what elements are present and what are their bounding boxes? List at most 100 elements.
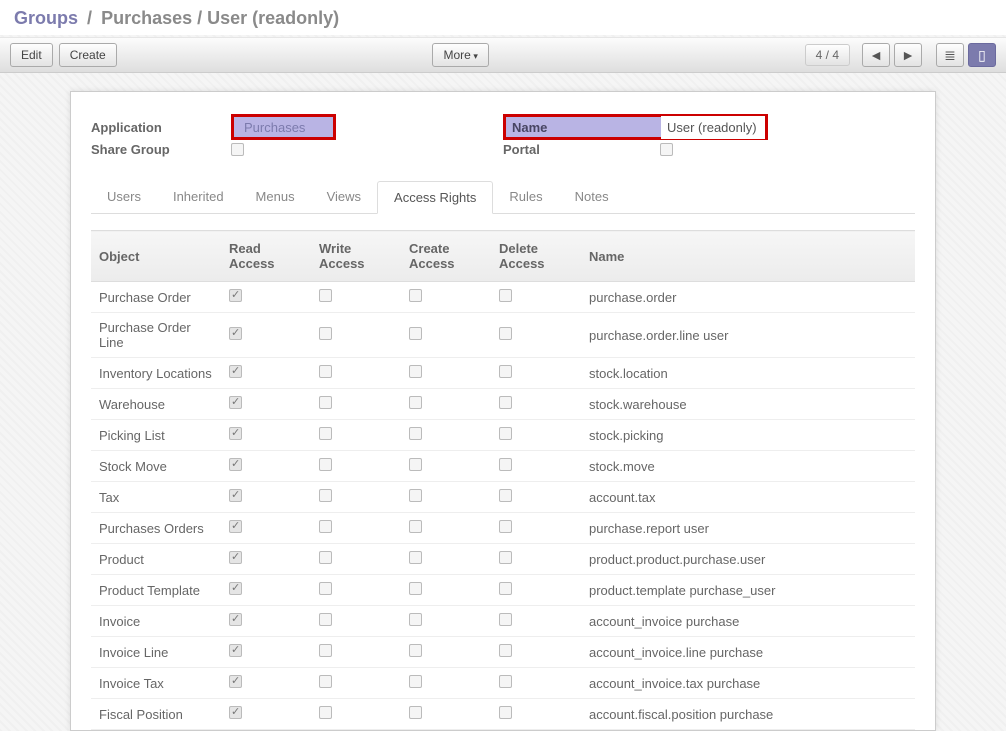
write-checkbox[interactable] bbox=[319, 427, 332, 440]
create-button[interactable]: Create bbox=[59, 43, 117, 67]
table-row[interactable]: Stock Movestock.move bbox=[91, 451, 915, 482]
write-checkbox[interactable] bbox=[319, 582, 332, 595]
table-row[interactable]: Fiscal Positionaccount.fiscal.position p… bbox=[91, 699, 915, 730]
read-checkbox[interactable] bbox=[229, 706, 242, 719]
view-form-button[interactable]: ▯ bbox=[968, 43, 996, 67]
delete-checkbox[interactable] bbox=[499, 582, 512, 595]
table-row[interactable]: Picking Liststock.picking bbox=[91, 420, 915, 451]
create-checkbox[interactable] bbox=[409, 644, 422, 657]
write-checkbox[interactable] bbox=[319, 551, 332, 564]
delete-checkbox[interactable] bbox=[499, 327, 512, 340]
read-checkbox[interactable] bbox=[229, 613, 242, 626]
col-create[interactable]: Create Access bbox=[401, 231, 491, 282]
tab-menus[interactable]: Menus bbox=[240, 181, 311, 213]
write-checkbox[interactable] bbox=[319, 365, 332, 378]
view-list-button[interactable]: ≣ bbox=[936, 43, 964, 67]
write-checkbox[interactable] bbox=[319, 489, 332, 502]
table-row[interactable]: Invoiceaccount_invoice purchase bbox=[91, 606, 915, 637]
delete-checkbox[interactable] bbox=[499, 458, 512, 471]
read-checkbox[interactable] bbox=[229, 489, 242, 502]
tab-inherited[interactable]: Inherited bbox=[157, 181, 240, 213]
more-button[interactable]: More bbox=[432, 43, 488, 67]
tab-access-rights[interactable]: Access Rights bbox=[377, 181, 493, 214]
cell-name: purchase.order bbox=[581, 282, 915, 313]
delete-checkbox[interactable] bbox=[499, 644, 512, 657]
delete-checkbox[interactable] bbox=[499, 427, 512, 440]
table-row[interactable]: Purchase Orderpurchase.order bbox=[91, 282, 915, 313]
write-checkbox[interactable] bbox=[319, 289, 332, 302]
write-checkbox[interactable] bbox=[319, 613, 332, 626]
col-delete[interactable]: Delete Access bbox=[491, 231, 581, 282]
cell-name: stock.picking bbox=[581, 420, 915, 451]
write-checkbox[interactable] bbox=[319, 327, 332, 340]
delete-checkbox[interactable] bbox=[499, 396, 512, 409]
tab-notes[interactable]: Notes bbox=[559, 181, 625, 213]
write-checkbox[interactable] bbox=[319, 458, 332, 471]
write-checkbox[interactable] bbox=[319, 706, 332, 719]
create-checkbox[interactable] bbox=[409, 582, 422, 595]
tab-users[interactable]: Users bbox=[91, 181, 157, 213]
read-checkbox[interactable] bbox=[229, 458, 242, 471]
read-checkbox[interactable] bbox=[229, 365, 242, 378]
read-checkbox[interactable] bbox=[229, 427, 242, 440]
table-row[interactable]: Purchases Orderspurchase.report user bbox=[91, 513, 915, 544]
create-checkbox[interactable] bbox=[409, 520, 422, 533]
create-checkbox[interactable] bbox=[409, 675, 422, 688]
table-row[interactable]: Productproduct.product.purchase.user bbox=[91, 544, 915, 575]
create-checkbox[interactable] bbox=[409, 396, 422, 409]
create-checkbox[interactable] bbox=[409, 427, 422, 440]
create-checkbox[interactable] bbox=[409, 613, 422, 626]
delete-checkbox[interactable] bbox=[499, 613, 512, 626]
pager[interactable]: 4 / 4 bbox=[805, 44, 850, 66]
col-object[interactable]: Object bbox=[91, 231, 221, 282]
form-sheet: Application Purchases Name User (readonl… bbox=[70, 91, 936, 731]
col-write[interactable]: Write Access bbox=[311, 231, 401, 282]
cell-object: Stock Move bbox=[91, 451, 221, 482]
create-checkbox[interactable] bbox=[409, 551, 422, 564]
delete-checkbox[interactable] bbox=[499, 489, 512, 502]
delete-checkbox[interactable] bbox=[499, 675, 512, 688]
application-value[interactable]: Purchases bbox=[240, 118, 309, 137]
read-checkbox[interactable] bbox=[229, 644, 242, 657]
write-checkbox[interactable] bbox=[319, 396, 332, 409]
table-row[interactable]: Invoice Taxaccount_invoice.tax purchase bbox=[91, 668, 915, 699]
write-checkbox[interactable] bbox=[319, 520, 332, 533]
edit-button[interactable]: Edit bbox=[10, 43, 53, 67]
create-checkbox[interactable] bbox=[409, 289, 422, 302]
col-read[interactable]: Read Access bbox=[221, 231, 311, 282]
next-button[interactable]: ► bbox=[894, 43, 922, 67]
create-checkbox[interactable] bbox=[409, 327, 422, 340]
cell-object: Inventory Locations bbox=[91, 358, 221, 389]
delete-checkbox[interactable] bbox=[499, 551, 512, 564]
read-checkbox[interactable] bbox=[229, 551, 242, 564]
tab-rules[interactable]: Rules bbox=[493, 181, 558, 213]
create-checkbox[interactable] bbox=[409, 489, 422, 502]
read-checkbox[interactable] bbox=[229, 289, 242, 302]
read-checkbox[interactable] bbox=[229, 327, 242, 340]
write-checkbox[interactable] bbox=[319, 644, 332, 657]
breadcrumb-root[interactable]: Groups bbox=[14, 8, 78, 28]
tab-views[interactable]: Views bbox=[311, 181, 377, 213]
table-row[interactable]: Product Templateproduct.template purchas… bbox=[91, 575, 915, 606]
col-name[interactable]: Name bbox=[581, 231, 915, 282]
delete-checkbox[interactable] bbox=[499, 289, 512, 302]
read-checkbox[interactable] bbox=[229, 396, 242, 409]
delete-checkbox[interactable] bbox=[499, 520, 512, 533]
portal-checkbox[interactable] bbox=[660, 143, 673, 156]
table-row[interactable]: Purchase Order Linepurchase.order.line u… bbox=[91, 313, 915, 358]
create-checkbox[interactable] bbox=[409, 458, 422, 471]
table-row[interactable]: Warehousestock.warehouse bbox=[91, 389, 915, 420]
delete-checkbox[interactable] bbox=[499, 706, 512, 719]
sharegroup-checkbox[interactable] bbox=[231, 143, 244, 156]
table-row[interactable]: Inventory Locations stock.location bbox=[91, 358, 915, 389]
create-checkbox[interactable] bbox=[409, 706, 422, 719]
create-checkbox[interactable] bbox=[409, 365, 422, 378]
write-checkbox[interactable] bbox=[319, 675, 332, 688]
read-checkbox[interactable] bbox=[229, 675, 242, 688]
read-checkbox[interactable] bbox=[229, 520, 242, 533]
prev-button[interactable]: ◄ bbox=[862, 43, 890, 67]
read-checkbox[interactable] bbox=[229, 582, 242, 595]
delete-checkbox[interactable] bbox=[499, 365, 512, 378]
table-row[interactable]: Taxaccount.tax bbox=[91, 482, 915, 513]
cell-name: stock.location bbox=[581, 358, 915, 389]
